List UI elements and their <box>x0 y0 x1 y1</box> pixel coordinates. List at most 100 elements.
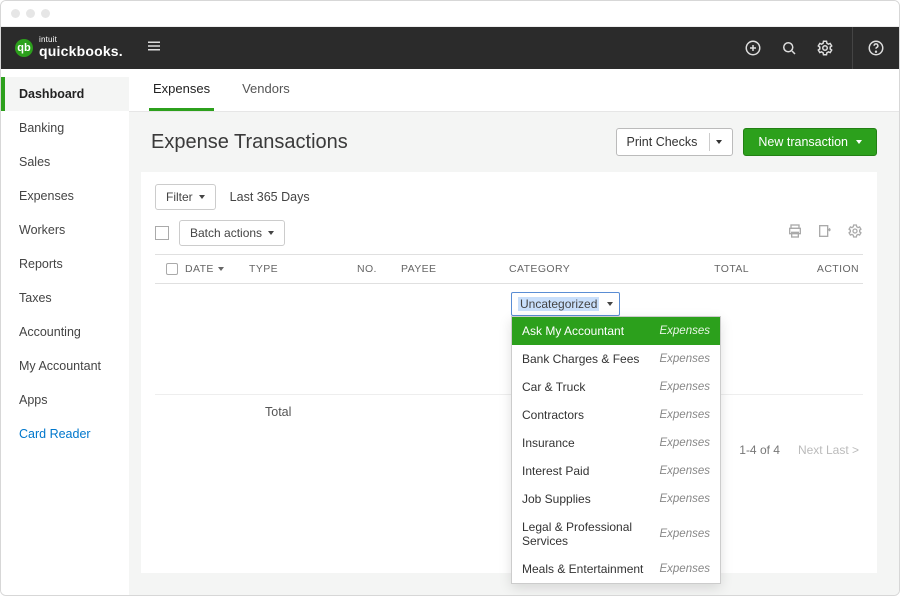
tab-label: Vendors <box>242 81 290 96</box>
button-label: Batch actions <box>190 226 262 240</box>
dropdown-item-ask-accountant[interactable]: Ask My Accountant Expenses <box>512 317 720 345</box>
dd-label: Meals & Entertainment <box>522 562 643 576</box>
qb-mark-icon: qb <box>15 39 33 57</box>
brand-name: quickbooks. <box>39 43 123 59</box>
dropdown-item-insurance[interactable]: Insurance Expenses <box>512 429 720 457</box>
dd-type: Expenses <box>659 528 710 540</box>
menu-toggle-icon[interactable] <box>145 37 163 60</box>
dropdown-item-bank-charges[interactable]: Bank Charges & Fees Expenses <box>512 345 720 373</box>
dropdown-item-car-truck[interactable]: Car & Truck Expenses <box>512 373 720 401</box>
sidebar-item-reports[interactable]: Reports <box>1 247 129 281</box>
dropdown-item-contractors[interactable]: Contractors Expenses <box>512 401 720 429</box>
category-input-value: Uncategorized <box>518 297 599 311</box>
filter-row: Filter Last 365 Days <box>155 184 863 210</box>
sidebar-item-expenses[interactable]: Expenses <box>1 179 129 213</box>
traffic-light-max[interactable] <box>41 9 50 18</box>
dd-type: Expenses <box>659 465 710 477</box>
sidebar-item-my-accountant[interactable]: My Accountant <box>1 349 129 383</box>
table-header: DATE TYPE NO. PAYEE CATEGORY TOTAL ACTIO… <box>155 254 863 284</box>
transactions-panel: Filter Last 365 Days Batch actions <box>141 172 877 573</box>
sidebar-item-label: Reports <box>19 257 63 271</box>
col-no[interactable]: NO. <box>357 263 401 275</box>
traffic-light-min[interactable] <box>26 9 35 18</box>
topbar: qb intuit quickbooks. <box>1 27 899 69</box>
sidebar-item-label: Sales <box>19 155 50 169</box>
total-label: Total <box>265 405 291 419</box>
tabs: Expenses Vendors <box>129 69 899 112</box>
pagination-next[interactable]: Next Last > <box>798 443 859 457</box>
sidebar-item-banking[interactable]: Banking <box>1 111 129 145</box>
button-label: Filter <box>166 190 193 204</box>
sidebar-item-taxes[interactable]: Taxes <box>1 281 129 315</box>
sidebar-item-sales[interactable]: Sales <box>1 145 129 179</box>
topbar-icons <box>744 27 885 69</box>
col-payee[interactable]: PAYEE <box>401 263 509 275</box>
dd-type: Expenses <box>659 325 710 337</box>
page-title: Expense Transactions <box>151 131 348 154</box>
sidebar-item-label: Taxes <box>19 291 52 305</box>
filter-button[interactable]: Filter <box>155 184 216 210</box>
total-row: Total <box>155 394 863 443</box>
dropdown-item-legal-professional[interactable]: Legal & Professional Services Expenses <box>512 513 720 555</box>
print-icon[interactable] <box>787 223 803 244</box>
dd-type: Expenses <box>659 353 710 365</box>
sidebar-item-dashboard[interactable]: Dashboard <box>1 77 129 111</box>
col-total[interactable]: TOTAL <box>665 263 769 275</box>
chevron-down-icon <box>268 231 274 235</box>
sidebar-item-apps[interactable]: Apps <box>1 383 129 417</box>
dropdown-item-interest-paid[interactable]: Interest Paid Expenses <box>512 457 720 485</box>
new-transaction-button[interactable]: New transaction <box>743 128 877 156</box>
dd-label: Ask My Accountant <box>522 324 624 338</box>
sidebar-item-label: Dashboard <box>19 87 84 101</box>
col-action[interactable]: ACTION <box>769 263 859 275</box>
dd-type: Expenses <box>659 493 710 505</box>
chevron-down-icon <box>716 140 722 144</box>
col-label: DATE <box>185 263 214 275</box>
dd-label: Car & Truck <box>522 380 585 394</box>
help-icon[interactable] <box>852 27 885 69</box>
table-body: Uncategorized Ask My Accountant Expenses… <box>155 284 863 394</box>
traffic-light-close[interactable] <box>11 9 20 18</box>
col-date[interactable]: DATE <box>185 263 249 275</box>
search-icon[interactable] <box>780 39 798 57</box>
dd-label: Contractors <box>522 408 584 422</box>
col-type[interactable]: TYPE <box>249 263 357 275</box>
category-input[interactable]: Uncategorized <box>511 292 620 316</box>
tab-vendors[interactable]: Vendors <box>238 69 294 111</box>
window-titlebar <box>1 1 899 27</box>
brand-text: intuit quickbooks. <box>39 37 123 59</box>
sidebar-item-label: Apps <box>19 393 48 407</box>
dd-label: Interest Paid <box>522 464 589 478</box>
dd-type: Expenses <box>659 563 710 575</box>
settings-icon[interactable] <box>847 223 863 244</box>
batch-actions-button[interactable]: Batch actions <box>179 220 285 246</box>
dropdown-item-job-supplies[interactable]: Job Supplies Expenses <box>512 485 720 513</box>
page-header: Expense Transactions Print Checks New tr… <box>129 112 899 172</box>
sidebar-item-label: Workers <box>19 223 65 237</box>
chevron-down-icon <box>199 195 205 199</box>
sidebar-item-label: Expenses <box>19 189 74 203</box>
tab-expenses[interactable]: Expenses <box>149 69 214 111</box>
sidebar-item-label: My Accountant <box>19 359 101 373</box>
dd-label: Insurance <box>522 436 575 450</box>
button-label: Print Checks <box>627 135 698 149</box>
dd-label: Legal & Professional Services <box>522 520 659 548</box>
tab-label: Expenses <box>153 81 210 96</box>
main-content: Expenses Vendors Expense Transactions Pr… <box>129 69 899 595</box>
sidebar-item-card-reader[interactable]: Card Reader <box>1 417 129 451</box>
lead-checkbox-placeholder <box>155 226 169 240</box>
export-icon[interactable] <box>817 223 833 244</box>
col-category[interactable]: CATEGORY <box>509 263 617 275</box>
app-window: qb intuit quickbooks. <box>0 0 900 596</box>
sidebar: Dashboard Banking Sales Expenses Workers… <box>1 69 129 595</box>
filter-range-label: Last 365 Days <box>230 190 310 204</box>
plus-icon[interactable] <box>744 39 762 57</box>
dd-type: Expenses <box>659 437 710 449</box>
sidebar-item-workers[interactable]: Workers <box>1 213 129 247</box>
sidebar-item-accounting[interactable]: Accounting <box>1 315 129 349</box>
gear-icon[interactable] <box>816 39 834 57</box>
select-all-checkbox[interactable] <box>159 263 185 275</box>
pagination-footer: 1-4 of 4 Next Last > <box>155 443 863 457</box>
print-checks-button[interactable]: Print Checks <box>616 128 734 156</box>
dropdown-item-meals-entertainment[interactable]: Meals & Entertainment Expenses <box>512 555 720 583</box>
